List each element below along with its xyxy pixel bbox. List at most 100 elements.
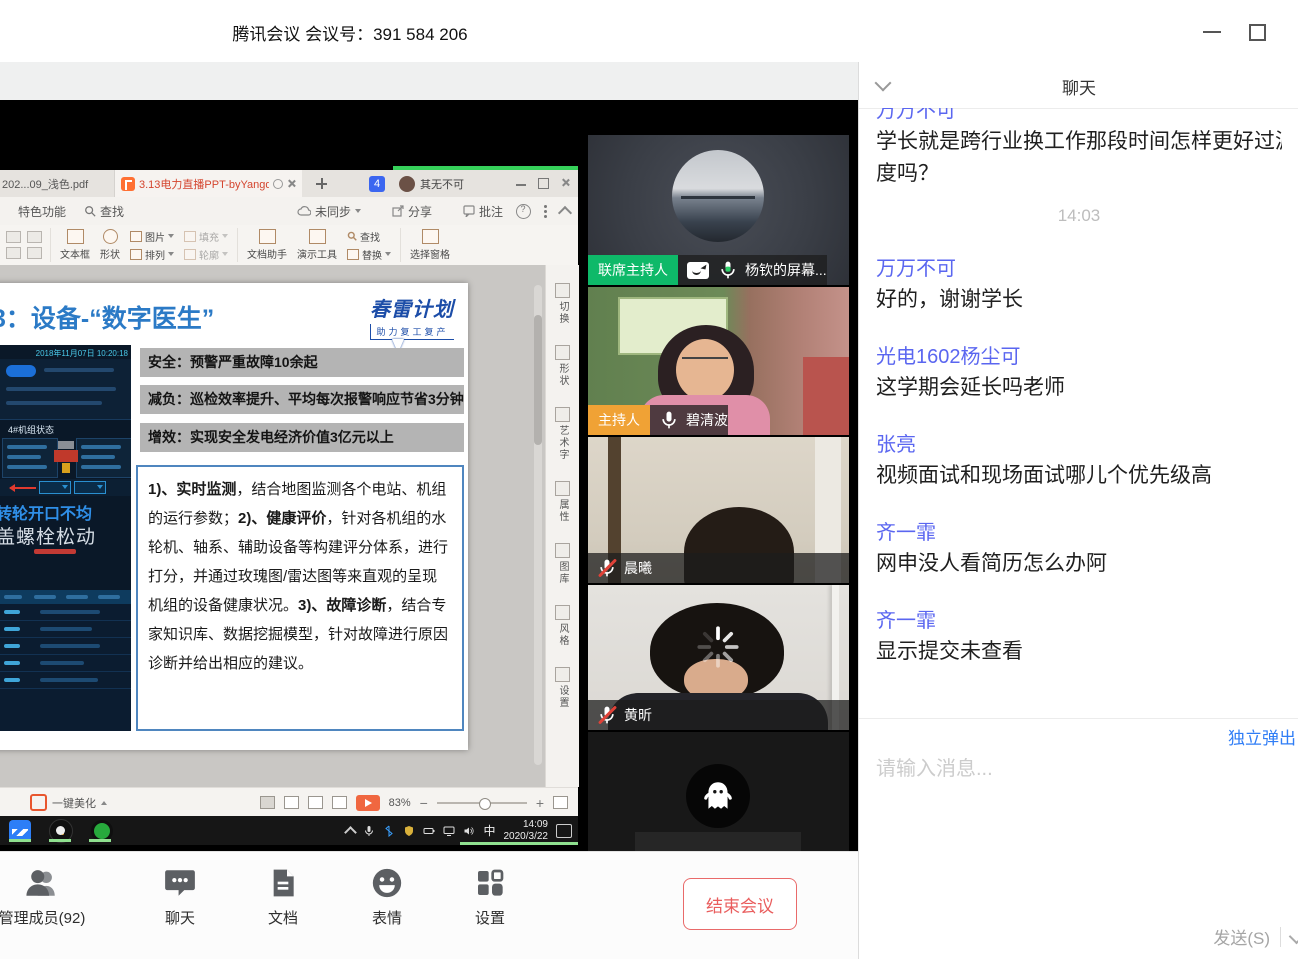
ribbon-find[interactable]: 查找 xyxy=(347,229,391,244)
replace-icon xyxy=(347,249,359,260)
manage-members-button[interactable]: 管理成员(92) xyxy=(0,866,97,928)
view-split-button[interactable] xyxy=(308,796,323,809)
logo-title: 春雷计划 xyxy=(370,293,454,322)
popout-link[interactable]: 独立弹出 xyxy=(1228,724,1296,749)
shape-icon xyxy=(555,345,570,360)
sidebar-item-style[interactable]: 风格 xyxy=(546,605,579,647)
collapse-ribbon-icon[interactable] xyxy=(558,205,572,219)
menu-comment[interactable]: 批注 xyxy=(463,203,503,220)
chat-message: 这学期会延长吗老师 xyxy=(876,372,1282,404)
sidebar-item-shape[interactable]: 形状 xyxy=(546,345,579,387)
sidebar-item-properties[interactable]: 属性 xyxy=(546,481,579,523)
menu-feature[interactable]: 特色功能 xyxy=(18,203,66,220)
tray-clock[interactable]: 14:092020/3/22 xyxy=(504,819,549,843)
video-tile-biqingbo[interactable]: 主持人 碧清波 xyxy=(588,287,849,435)
ribbon-textbox[interactable]: 文本框 xyxy=(60,229,90,261)
image-icon xyxy=(130,231,142,242)
ribbon-replace[interactable]: 替换 xyxy=(347,247,391,262)
beautify-button[interactable]: 一键美化 xyxy=(30,794,107,811)
window-title: 腾讯会议 会议号：391 584 206 xyxy=(232,20,467,45)
meeting-toolbar: 管理成员(92) 聊天 文档 表情 xyxy=(0,851,858,959)
window-titlebar: 腾讯会议 会议号：391 584 206 xyxy=(0,0,1298,63)
participant-name: 黄昕 xyxy=(624,705,652,725)
slide-title: 3：设备-“数字医生” xyxy=(0,299,214,335)
send-options-icon[interactable] xyxy=(1289,929,1298,945)
view-normal-button[interactable] xyxy=(260,796,275,809)
close-tab-icon[interactable] xyxy=(287,179,296,188)
sidebar-item-wordart[interactable]: 艺术字 xyxy=(546,407,579,461)
ribbon-arrange[interactable]: 排列 xyxy=(130,247,174,262)
windows-taskbar: 中 14:092020/3/22 xyxy=(0,816,578,845)
video-tile-yangqin[interactable]: 联席主持人 杨钦的屏幕... xyxy=(588,135,849,285)
sidebar-item-gallery[interactable]: 图库 xyxy=(546,543,579,585)
wps-restore-icon[interactable] xyxy=(538,178,549,189)
docs-button[interactable]: 文档 xyxy=(228,866,338,928)
wps-tab-pdf[interactable]: 202...09_浅色.pdf xyxy=(0,170,115,197)
play-slideshow-button[interactable] xyxy=(356,795,380,811)
ribbon-fill[interactable]: 填充 xyxy=(184,229,228,244)
maximize-icon[interactable] xyxy=(1249,24,1266,41)
end-meeting-button[interactable]: 结束会议 xyxy=(683,878,797,930)
zoom-out-icon[interactable]: − xyxy=(420,798,428,808)
video-tile-chenxi[interactable]: 晨曦 xyxy=(588,437,849,583)
mic-on-icon xyxy=(659,410,679,430)
video-tile-huangxin[interactable]: 黄昕 xyxy=(588,585,849,730)
tray-speaker-icon[interactable] xyxy=(463,825,475,837)
zoom-slider[interactable] xyxy=(437,802,527,804)
chevron-down-icon[interactable] xyxy=(875,75,892,92)
wps-account-name[interactable]: 其无不可 xyxy=(420,176,464,192)
minimize-icon[interactable] xyxy=(1203,31,1221,33)
chat-time-divider: 14:03 xyxy=(876,204,1282,228)
menu-sync[interactable]: 未同步 xyxy=(297,203,361,220)
chevron-up-icon xyxy=(101,801,107,805)
help-icon[interactable] xyxy=(516,204,531,219)
system-tray: 中 14:092020/3/22 xyxy=(346,819,578,843)
chat-message: 学长就是跨行业换工作那段时间怎样更好过渡 度吗？ xyxy=(876,126,1282,190)
zoom-slider-knob[interactable] xyxy=(479,798,491,810)
turbine-graphic xyxy=(54,441,78,473)
new-tab-icon[interactable] xyxy=(316,178,327,189)
ribbon-doc-helper[interactable]: 文档助手 xyxy=(247,229,287,261)
chat-message-list[interactable]: 万万不可 学长就是跨行业换工作那段时间怎样更好过渡 度吗？ 14:03 万万不可… xyxy=(859,108,1298,718)
pin-icon[interactable] xyxy=(273,179,283,189)
zoom-in-icon[interactable]: + xyxy=(536,798,544,808)
chat-input[interactable]: 请输入消息... xyxy=(876,752,993,781)
tray-bluetooth-icon[interactable] xyxy=(383,825,395,837)
view-read-button[interactable] xyxy=(332,796,347,809)
present-tools-icon xyxy=(309,229,326,244)
wps-tab-active[interactable]: 3.13电力直播PPT-byYangqin xyxy=(115,170,302,197)
sidebar-item-settings[interactable]: 设置 xyxy=(546,667,579,709)
sidebar-item-transition[interactable]: 切换 xyxy=(546,283,579,325)
tray-mic-icon[interactable] xyxy=(363,825,375,837)
ribbon-select-pane[interactable]: 选择窗格 xyxy=(410,229,450,261)
settings-button[interactable]: 设置 xyxy=(435,866,545,928)
more-icon[interactable] xyxy=(544,205,547,218)
fit-window-button[interactable] xyxy=(553,796,568,809)
tray-shield-icon[interactable] xyxy=(403,825,415,837)
tray-expand-icon[interactable] xyxy=(345,826,358,839)
wps-minimize-icon[interactable] xyxy=(516,184,526,186)
wps-account-avatar[interactable] xyxy=(399,176,415,192)
chat-panel: 聊天 万万不可 学长就是跨行业换工作那段时间怎样更好过渡 度吗？ 14:03 万… xyxy=(858,62,1298,959)
doc-count-badge[interactable]: 4 xyxy=(369,176,385,192)
wps-close-icon[interactable] xyxy=(561,178,570,187)
emoji-button[interactable]: 表情 xyxy=(332,866,442,928)
menu-find[interactable]: 查找 xyxy=(84,203,124,220)
menu-share[interactable]: 分享 xyxy=(392,203,432,220)
tray-battery-icon[interactable] xyxy=(423,825,435,837)
chat-button[interactable]: 聊天 xyxy=(125,866,235,928)
zoom-level[interactable]: 83% xyxy=(389,797,411,809)
tray-monitor-icon[interactable] xyxy=(443,825,455,837)
ribbon-image[interactable]: 图片 xyxy=(130,229,174,244)
scrollbar-thumb[interactable] xyxy=(534,315,542,445)
chat-panel-title: 聊天 xyxy=(1062,74,1096,99)
ribbon-outline[interactable]: 轮廓 xyxy=(184,247,228,262)
canvas-scrollbar[interactable] xyxy=(534,285,542,765)
ribbon-present-tools[interactable]: 演示工具 xyxy=(297,229,337,261)
ribbon-shape[interactable]: 形状 xyxy=(100,229,120,261)
view-grid-button[interactable] xyxy=(284,796,299,809)
tray-notification-icon[interactable] xyxy=(556,824,572,838)
video-tile-ghost[interactable] xyxy=(588,732,849,851)
tray-ime-indicator[interactable]: 中 xyxy=(483,822,495,839)
send-button[interactable]: 发送(S) xyxy=(1213,924,1270,949)
